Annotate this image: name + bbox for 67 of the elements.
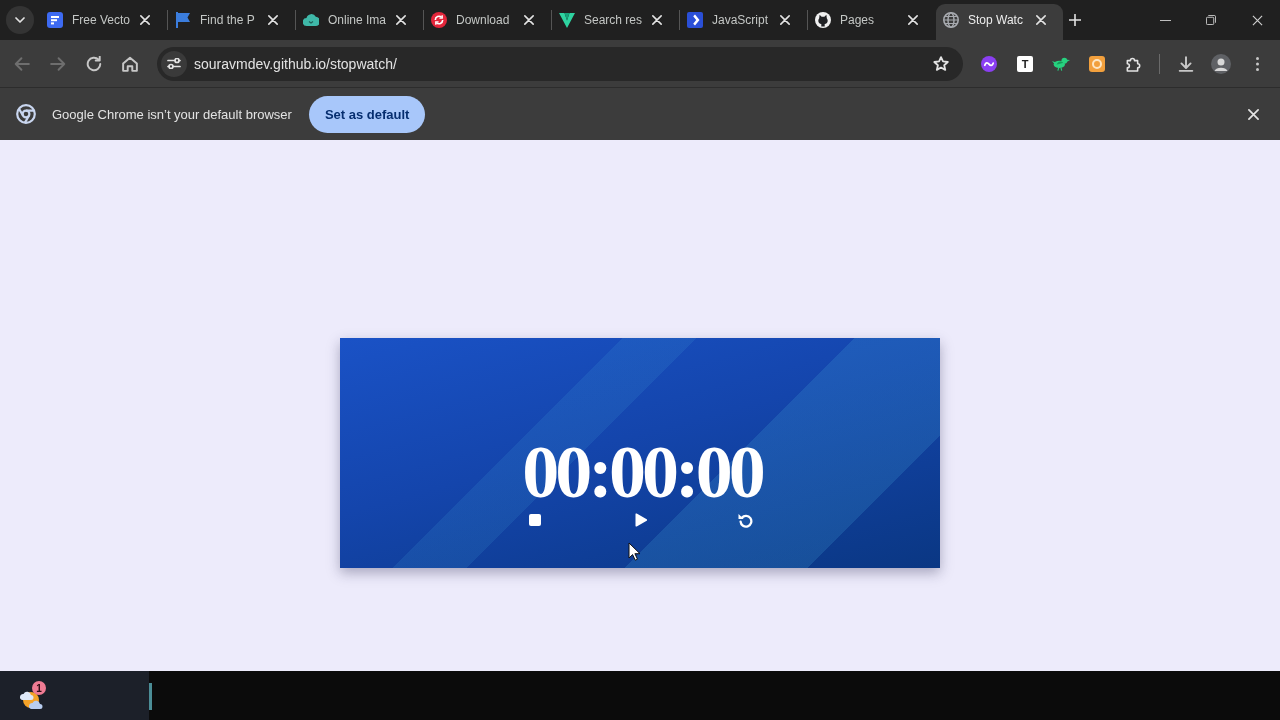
extension-button[interactable]: T xyxy=(1009,47,1041,80)
url-text: souravmdev.github.io/stopwatch/ xyxy=(194,55,397,72)
download-icon xyxy=(1178,55,1194,72)
restore-icon xyxy=(1206,15,1216,25)
star-icon xyxy=(933,56,949,71)
close-icon xyxy=(652,15,662,25)
close-icon xyxy=(396,15,406,25)
close-tab-button[interactable] xyxy=(905,12,921,28)
puzzle-icon xyxy=(1125,55,1141,72)
close-tab-button[interactable] xyxy=(777,12,793,28)
infobar-message: Google Chrome isn’t your default browser xyxy=(52,106,292,122)
close-icon xyxy=(1036,15,1046,25)
close-icon xyxy=(524,15,534,25)
browser-tab[interactable]: Search res xyxy=(552,4,679,40)
browser-tab[interactable]: Download xyxy=(424,4,551,40)
minimize-icon xyxy=(1159,19,1171,21)
browser-tab[interactable]: Online Ima xyxy=(296,4,423,40)
letter-tile: T xyxy=(1017,55,1033,72)
chevron-down-icon xyxy=(15,17,25,23)
chevron-tile-icon xyxy=(687,12,703,28)
arrow-left-icon xyxy=(14,55,30,72)
notification-badge: 1 xyxy=(32,680,46,695)
site-info-button[interactable] xyxy=(161,50,187,77)
close-tab-button[interactable] xyxy=(1033,12,1049,28)
cloud-icon xyxy=(303,12,319,28)
browser-tab[interactable]: JavaScript xyxy=(680,4,807,40)
close-tab-button[interactable] xyxy=(649,12,665,28)
plus-icon xyxy=(1069,14,1081,26)
reset-icon xyxy=(737,512,753,528)
avatar-icon xyxy=(1211,53,1231,74)
play-icon xyxy=(635,513,647,527)
close-icon xyxy=(780,15,790,25)
cat-circle-icon xyxy=(815,12,831,28)
stop-icon xyxy=(529,514,541,526)
close-icon xyxy=(1247,108,1259,120)
home-icon xyxy=(122,55,138,72)
close-tab-button[interactable] xyxy=(521,12,537,28)
close-icon xyxy=(140,15,150,25)
tab-search-button[interactable] xyxy=(6,6,34,34)
sync-icon xyxy=(431,12,447,28)
reload-icon xyxy=(86,55,102,72)
tune-icon xyxy=(167,58,181,69)
arrow-right-icon xyxy=(50,55,66,72)
browser-tab[interactable]: Find the P xyxy=(168,4,295,40)
close-tab-button[interactable] xyxy=(265,12,281,28)
wave-circle-icon xyxy=(981,55,997,72)
mouse-pointer-icon xyxy=(628,542,640,561)
close-icon xyxy=(268,15,278,25)
menu-icon xyxy=(1255,56,1259,71)
v-shape-icon xyxy=(559,12,575,28)
close-tab-button[interactable] xyxy=(393,12,409,28)
browser-logo-icon xyxy=(16,104,36,124)
browser-tab[interactable]: Pages xyxy=(808,4,935,40)
close-icon xyxy=(1251,14,1263,26)
close-icon xyxy=(908,15,918,25)
ring-tile-icon xyxy=(1089,55,1105,72)
bird-icon xyxy=(1052,56,1070,71)
document-icon xyxy=(47,12,63,28)
flag-icon xyxy=(175,12,191,28)
browser-tab[interactable]: Stop Watc xyxy=(936,4,1063,40)
timer-display: 00:00:00 xyxy=(521,435,762,509)
edge-strip xyxy=(149,683,152,710)
address-bar[interactable]: souravmdev.github.io/stopwatch/ xyxy=(157,46,963,81)
globe-icon xyxy=(943,12,959,28)
browser-tab[interactable]: Free Vecto xyxy=(40,4,167,40)
set-default-button[interactable]: Set as default xyxy=(308,95,426,133)
close-tab-button[interactable] xyxy=(137,12,153,28)
